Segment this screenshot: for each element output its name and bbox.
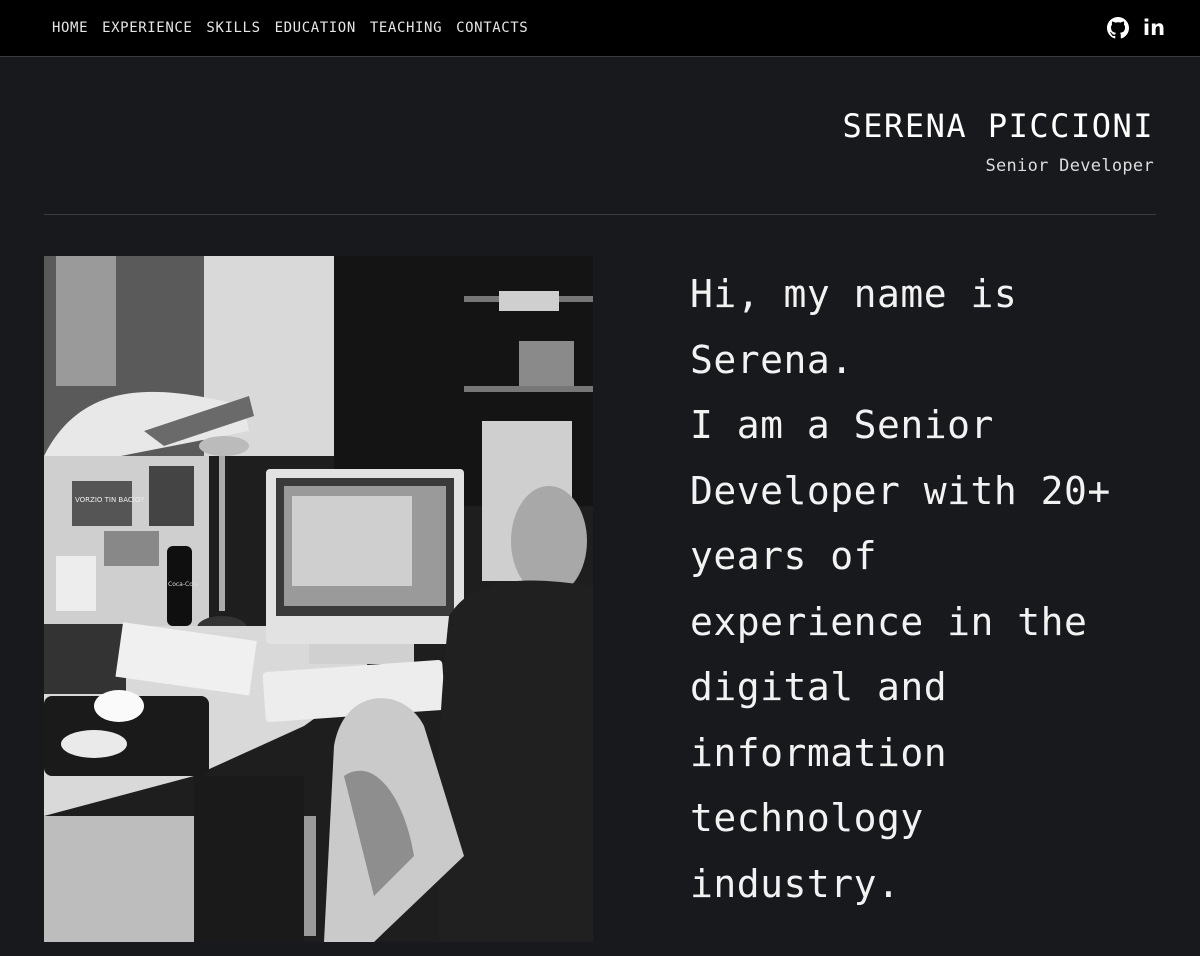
profile-photo: VORZIO TIN BACIO? Coca-Cola	[44, 256, 593, 942]
intro-line: industry.	[690, 861, 901, 906]
social-links: in	[1106, 16, 1166, 40]
profile-role: Senior Developer	[985, 156, 1154, 176]
main-nav: HOME EXPERIENCE SKILLS EDUCATION TEACHIN…	[52, 18, 528, 38]
poster-text: VORZIO TIN BACIO?	[75, 496, 144, 504]
intro-line: technology	[690, 796, 924, 840]
nav-home[interactable]: HOME	[52, 18, 88, 38]
header-divider	[44, 214, 1156, 215]
intro-line: I am a Senior	[690, 403, 994, 447]
nav-teaching[interactable]: TEACHING	[370, 18, 442, 38]
nav-education[interactable]: EDUCATION	[275, 18, 356, 38]
linkedin-label: in	[1142, 16, 1166, 40]
intro-line: experience in the	[690, 599, 1088, 644]
intro-line: Developer with 20+	[690, 468, 1111, 513]
github-icon[interactable]	[1106, 16, 1130, 40]
intro-text: Hi, my name is Serena. I am a Senior Dev…	[690, 262, 1150, 917]
nav-skills[interactable]: SKILLS	[206, 18, 260, 38]
profile-header: SERENA PICCIONI Senior Developer	[843, 106, 1154, 176]
profile-name: SERENA PICCIONI	[842, 107, 1154, 145]
office-photo-illustration: VORZIO TIN BACIO? Coca-Cola	[44, 256, 593, 942]
intro-line: Hi, my name is	[690, 272, 1018, 316]
nav-experience[interactable]: EXPERIENCE	[102, 18, 192, 38]
linkedin-icon[interactable]: in	[1142, 16, 1166, 40]
nav-contacts[interactable]: CONTACTS	[456, 18, 528, 38]
intro-line: information	[690, 730, 948, 775]
intro-line: years of	[690, 534, 878, 578]
intro-line: Serena.	[690, 337, 854, 382]
bottle-label: Coca-Cola	[168, 581, 199, 588]
top-navigation-bar: HOME EXPERIENCE SKILLS EDUCATION TEACHIN…	[0, 0, 1200, 57]
intro-line: digital and	[690, 665, 948, 709]
